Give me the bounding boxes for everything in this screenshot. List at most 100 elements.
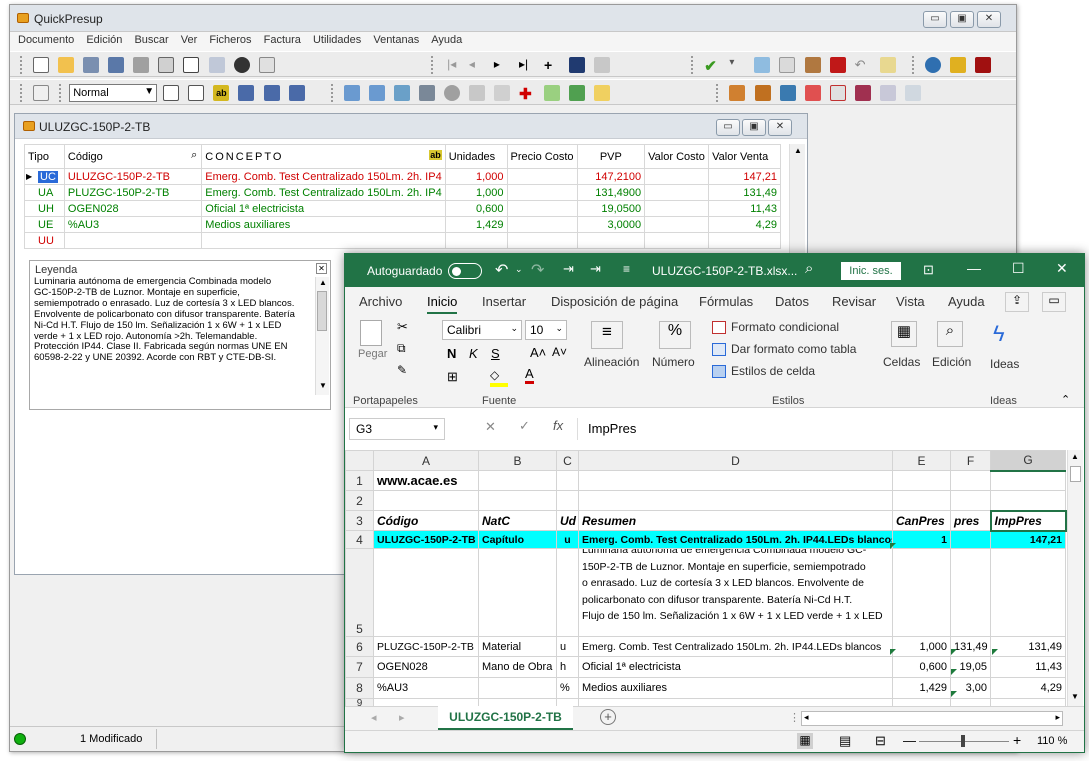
cell[interactable]: [478, 548, 557, 637]
tool-a-icon[interactable]: [343, 85, 360, 101]
page-layout-icon[interactable]: ▤: [839, 733, 851, 749]
format-table-icon[interactable]: [712, 343, 726, 356]
col-header-e[interactable]: E: [892, 450, 951, 471]
maximize-button[interactable]: ▣: [950, 11, 974, 28]
user-3-icon[interactable]: [288, 85, 305, 101]
underline-icon[interactable]: S: [491, 346, 500, 361]
doc-close-button[interactable]: ✕: [768, 119, 792, 136]
cancel-icon[interactable]: [829, 57, 846, 73]
tool-c-icon[interactable]: [393, 85, 410, 101]
sheet-vscrollbar[interactable]: ▲ ▼: [1067, 450, 1083, 706]
cell-c4[interactable]: u: [556, 530, 579, 549]
search-icon[interactable]: ⌕: [805, 260, 813, 277]
copy-icon[interactable]: [779, 57, 796, 73]
tab-disposicion[interactable]: Disposición de página: [551, 294, 678, 309]
web-icon[interactable]: [924, 57, 941, 73]
cell-d5[interactable]: Luminaria autónoma de emergencia Combina…: [578, 548, 893, 637]
table-row[interactable]: UA PLUZGC-150P-2-TB Emerg. Comb. Test Ce…: [24, 184, 781, 201]
menu-factura[interactable]: Factura: [264, 34, 301, 46]
cell[interactable]: [990, 490, 1066, 511]
cell-d7[interactable]: Oficial 1ª electricista: [578, 656, 893, 678]
close-button[interactable]: ✕: [977, 11, 1001, 28]
cut-icon[interactable]: ✂: [397, 319, 408, 335]
cell-a6[interactable]: PLUZGC-150P-2-TB: [373, 636, 479, 657]
style-select[interactable]: Normal ▼: [69, 84, 158, 102]
table-row[interactable]: UU: [24, 232, 781, 249]
person-icon[interactable]: [729, 85, 746, 101]
xl-close-button[interactable]: ✕: [1056, 260, 1068, 277]
person-b-icon[interactable]: [754, 85, 771, 101]
row-header[interactable]: 1: [345, 470, 374, 491]
borders-icon[interactable]: ⊞: [447, 369, 458, 385]
cell-a1[interactable]: www.acae.es: [373, 470, 479, 491]
tool-b-icon[interactable]: [368, 85, 385, 101]
zoom-slider-thumb[interactable]: [961, 735, 965, 747]
calculator-icon[interactable]: [494, 85, 511, 101]
cell-e8[interactable]: 1,429: [892, 677, 951, 699]
table-row[interactable]: ▶ UC ULUZGC-150P-2-TB Emerg. Comb. Test C…: [24, 168, 781, 185]
ideas-icon[interactable]: ϟ: [993, 321, 1005, 347]
prev-sheet-icon[interactable]: ◂: [371, 711, 377, 724]
paste-icon[interactable]: [360, 320, 382, 346]
leyenda-scrollbar[interactable]: ▲ ▼: [315, 277, 329, 395]
save-icon[interactable]: [108, 57, 125, 73]
cell-c8[interactable]: %: [556, 677, 579, 699]
doc-minimize-button[interactable]: ▭: [716, 119, 740, 136]
folder-icon[interactable]: [594, 85, 611, 101]
delete-record-icon[interactable]: [594, 57, 611, 73]
page-setup-icon[interactable]: [33, 85, 50, 101]
zoom-level[interactable]: 110 %: [1037, 735, 1067, 747]
cell-d4[interactable]: Emerg. Comb. Test Centralizado 150Lm. 2h…: [578, 530, 893, 549]
cell[interactable]: [950, 548, 991, 637]
cell[interactable]: [990, 548, 1066, 637]
doc-maximize-button[interactable]: ▣: [742, 119, 766, 136]
tab-revisar[interactable]: Revisar: [832, 294, 876, 309]
properties-icon[interactable]: [208, 57, 225, 73]
zoom-in-icon[interactable]: +: [1013, 732, 1021, 748]
last-record-icon[interactable]: ▸|: [519, 57, 535, 73]
normal-view-icon[interactable]: ▦: [797, 733, 813, 749]
prev-record-icon[interactable]: ◂: [469, 57, 485, 73]
page-break-icon[interactable]: ⊟: [875, 733, 886, 749]
tool-e-icon[interactable]: [854, 85, 871, 101]
cell[interactable]: [478, 470, 557, 491]
select-all-corner[interactable]: [345, 450, 374, 471]
find-icon[interactable]: [233, 57, 250, 73]
customize-icon[interactable]: ≡: [623, 262, 630, 276]
tag-icon[interactable]: [804, 85, 821, 101]
cell-c7[interactable]: h: [556, 656, 579, 678]
search-icon[interactable]: ⌕: [937, 321, 963, 347]
scroll-thumb[interactable]: [1070, 466, 1081, 482]
calendar-red-icon[interactable]: [829, 85, 846, 101]
font-name-select[interactable]: Calibri ⌄: [442, 320, 522, 340]
add-sheet-icon[interactable]: +: [600, 709, 616, 725]
row-header[interactable]: 6: [345, 636, 374, 657]
scroll-down-icon[interactable]: ▼: [319, 381, 327, 390]
sheet-tab-active[interactable]: ULUZGC-150P-2-TB: [438, 706, 573, 730]
font-size-select[interactable]: 10 ⌄: [525, 320, 567, 340]
form-icon[interactable]: [183, 57, 200, 73]
paste-icon[interactable]: [804, 57, 821, 73]
undo-icon[interactable]: ↶: [855, 57, 871, 73]
collapse-ribbon-icon[interactable]: ⌃: [1061, 393, 1070, 406]
conditional-format-button[interactable]: Formato condicional: [731, 320, 839, 334]
cells-button[interactable]: Celdas: [883, 355, 920, 369]
row-header[interactable]: 3: [345, 510, 374, 531]
columns-icon[interactable]: [83, 57, 100, 73]
menu-buscar[interactable]: Buscar: [134, 34, 168, 46]
next-sheet-icon[interactable]: ▸: [399, 711, 405, 724]
undo-dropdown-icon[interactable]: ⌄: [515, 264, 523, 275]
col-header-f[interactable]: F: [950, 450, 991, 471]
menu-ficheros[interactable]: Ficheros: [209, 34, 251, 46]
menu-ventanas[interactable]: Ventanas: [373, 34, 419, 46]
col-header-b[interactable]: B: [478, 450, 557, 471]
cell-b7[interactable]: Mano de Obra: [478, 656, 557, 678]
print-icon[interactable]: [133, 57, 150, 73]
col-header-g[interactable]: G: [990, 450, 1066, 472]
italic-icon[interactable]: K: [469, 346, 478, 361]
align-icon[interactable]: ≡: [591, 321, 623, 349]
cell[interactable]: [578, 490, 893, 511]
cell-a4[interactable]: ULUZGC-150P-2-TB: [373, 530, 479, 549]
xl-maximize-button[interactable]: ☐: [1012, 260, 1025, 277]
table-row[interactable]: UE %AU3 Medios auxiliares 1,429 3,0000 4…: [24, 216, 781, 233]
